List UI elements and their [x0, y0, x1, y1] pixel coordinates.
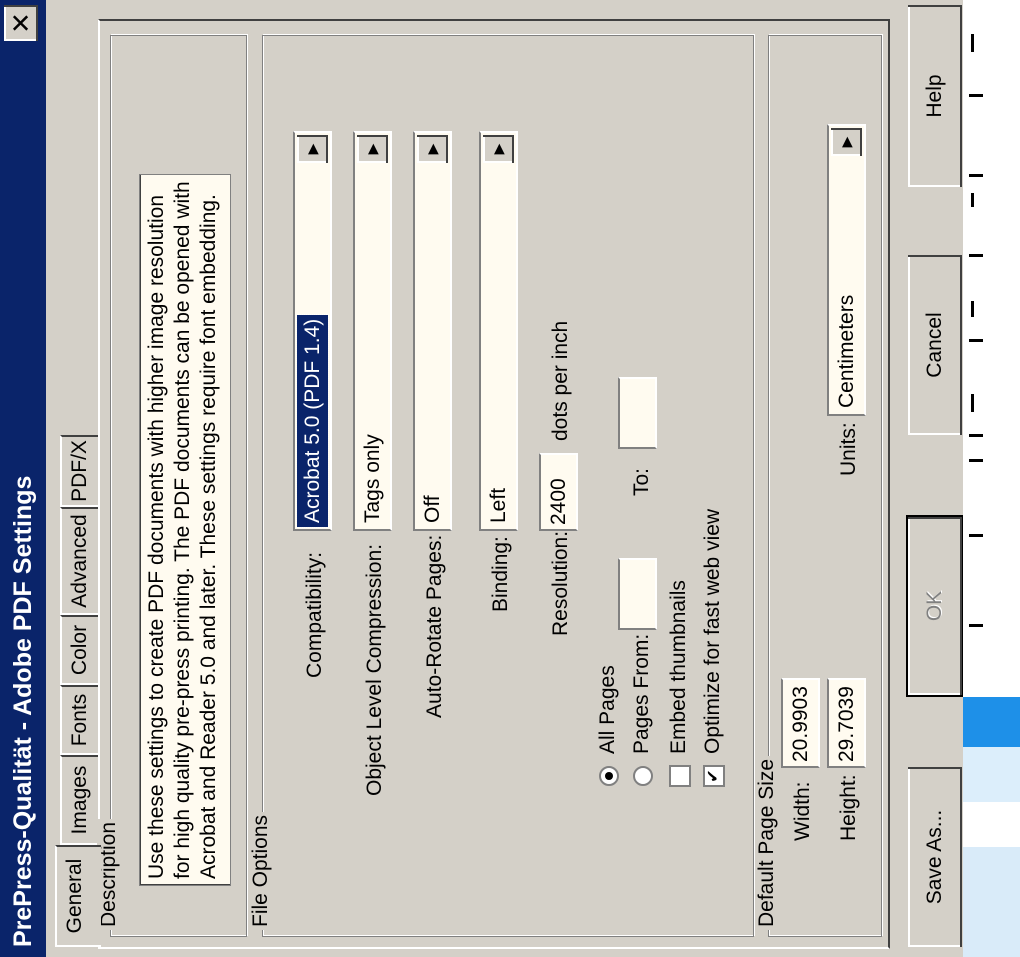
width-label: Width: — [791, 781, 814, 841]
units-value: Centimeters — [835, 294, 858, 408]
dropdown-arrow-icon[interactable]: ▶ — [831, 128, 862, 156]
description-group: Description Use these settings to create… — [97, 35, 247, 937]
background-mark — [969, 339, 983, 342]
background-highlight — [963, 847, 1020, 957]
tab-advanced[interactable]: Advanced — [60, 507, 99, 615]
tab-pdfx-label: PDF/X — [68, 440, 91, 502]
tab-advanced-label: Advanced — [68, 514, 91, 608]
dialog-body: General Images Fonts Color Advanced PDF/… — [46, 0, 963, 957]
all-pages-radio[interactable] — [599, 766, 619, 786]
dropdown-arrow-icon[interactable]: ▶ — [417, 135, 448, 163]
embed-thumbnails-label: Embed thumbnails — [667, 580, 690, 754]
close-button[interactable]: ✕ — [4, 5, 38, 41]
tab-color-label: Color — [68, 624, 91, 676]
object-compression-label: Object Level Compression: — [363, 543, 386, 796]
compatibility-select[interactable]: Acrobat 5.0 (PDF 1.4) ▶ — [293, 131, 332, 534]
page-size-legend: Default Page Size — [755, 755, 779, 930]
background-mark — [971, 394, 974, 412]
tab-pdfx[interactable]: PDF/X — [60, 435, 99, 507]
dropdown-arrow-glyph: ▶ — [364, 143, 380, 155]
tab-panel-general: Description Use these settings to create… — [97, 19, 890, 949]
dropdown-arrow-glyph: ▶ — [838, 136, 854, 148]
object-compression-value: Tags only — [361, 434, 384, 523]
tab-images[interactable]: Images — [60, 755, 99, 845]
background-gap — [963, 802, 1020, 847]
auto-rotate-label: Auto-Rotate Pages: — [423, 534, 446, 718]
tab-fonts[interactable]: Fonts — [60, 685, 99, 755]
optimize-web-checkbox[interactable]: ✔ — [703, 765, 725, 787]
cancel-button[interactable]: Cancel — [908, 255, 962, 435]
background-mark — [971, 193, 974, 207]
all-pages-label: All Pages — [596, 665, 619, 754]
height-input[interactable]: 29.7039 — [827, 678, 866, 768]
tab-color[interactable]: Color — [60, 615, 99, 685]
dropdown-arrow-icon[interactable]: ▶ — [297, 135, 328, 163]
width-input[interactable]: 20.9903 — [781, 678, 820, 768]
auto-rotate-value: Off — [421, 495, 444, 523]
dropdown-arrow-glyph: ▶ — [490, 143, 506, 155]
resolution-label: Resolution: — [549, 530, 572, 636]
pages-to-input[interactable] — [618, 377, 657, 449]
title-bar[interactable]: PrePress-Qualität - Adobe PDF Settings ✕ — [0, 0, 46, 957]
background-mark — [971, 34, 974, 52]
tab-images-label: Images — [68, 765, 91, 835]
height-label: Height: — [837, 774, 860, 841]
help-button[interactable]: Help — [908, 5, 962, 187]
file-options-legend: File Options — [249, 811, 273, 930]
pages-from-radio[interactable] — [633, 766, 653, 786]
units-label: Units: — [837, 422, 860, 476]
resolution-unit: dots per inch — [549, 320, 572, 441]
object-compression-select[interactable]: Tags only ▶ — [353, 131, 392, 531]
dropdown-arrow-icon[interactable]: ▶ — [483, 135, 514, 163]
check-mark-icon: ✔ — [705, 769, 722, 783]
compatibility-label: Compatibility: — [303, 551, 326, 678]
resolution-input[interactable]: 2400 — [539, 453, 578, 531]
background-window-strip — [963, 0, 1020, 957]
ok-button[interactable]: OK — [908, 517, 962, 695]
binding-select[interactable]: Left ▶ — [479, 131, 518, 531]
background-mark — [969, 434, 983, 437]
binding-value: Left — [487, 487, 510, 523]
auto-rotate-select[interactable]: Off ▶ — [413, 131, 452, 531]
background-mark — [969, 174, 983, 177]
optimize-web-label: Optimize for fast web view — [701, 508, 724, 754]
description-text: Use these settings to create PDF documen… — [139, 174, 231, 886]
page-size-group: Default Page Size Width: 20.9903 Height:… — [755, 35, 882, 937]
binding-label: Binding: — [489, 536, 512, 612]
compatibility-value: Acrobat 5.0 (PDF 1.4) — [296, 307, 329, 534]
background-mark — [969, 254, 983, 257]
pages-from-input[interactable] — [618, 558, 657, 630]
window-title: PrePress-Qualität - Adobe PDF Settings — [9, 475, 37, 947]
background-mark — [969, 624, 983, 627]
pages-to-label: To: — [630, 467, 653, 496]
pages-from-label: Pages From: — [630, 633, 653, 754]
embed-thumbnails-checkbox[interactable] — [669, 765, 691, 787]
dropdown-arrow-icon[interactable]: ▶ — [357, 135, 388, 163]
units-select[interactable]: Centimeters ▶ — [827, 124, 866, 416]
background-mark — [971, 301, 974, 317]
background-mark — [969, 534, 983, 537]
background-mark — [969, 94, 983, 97]
dropdown-arrow-glyph: ▶ — [304, 143, 320, 155]
dialog-window: PrePress-Qualität - Adobe PDF Settings ✕… — [0, 0, 1020, 957]
tab-general-label: General — [63, 858, 86, 934]
background-mark — [969, 459, 983, 462]
dropdown-arrow-glyph: ▶ — [424, 143, 440, 155]
close-icon: ✕ — [6, 12, 36, 34]
save-as-button[interactable]: Save As... — [908, 767, 962, 947]
background-selection — [963, 697, 1020, 747]
tab-fonts-label: Fonts — [68, 693, 91, 747]
tab-general[interactable]: General — [55, 845, 101, 947]
file-options-group: File Options Compatibility: Acrobat 5.0 … — [249, 35, 754, 937]
